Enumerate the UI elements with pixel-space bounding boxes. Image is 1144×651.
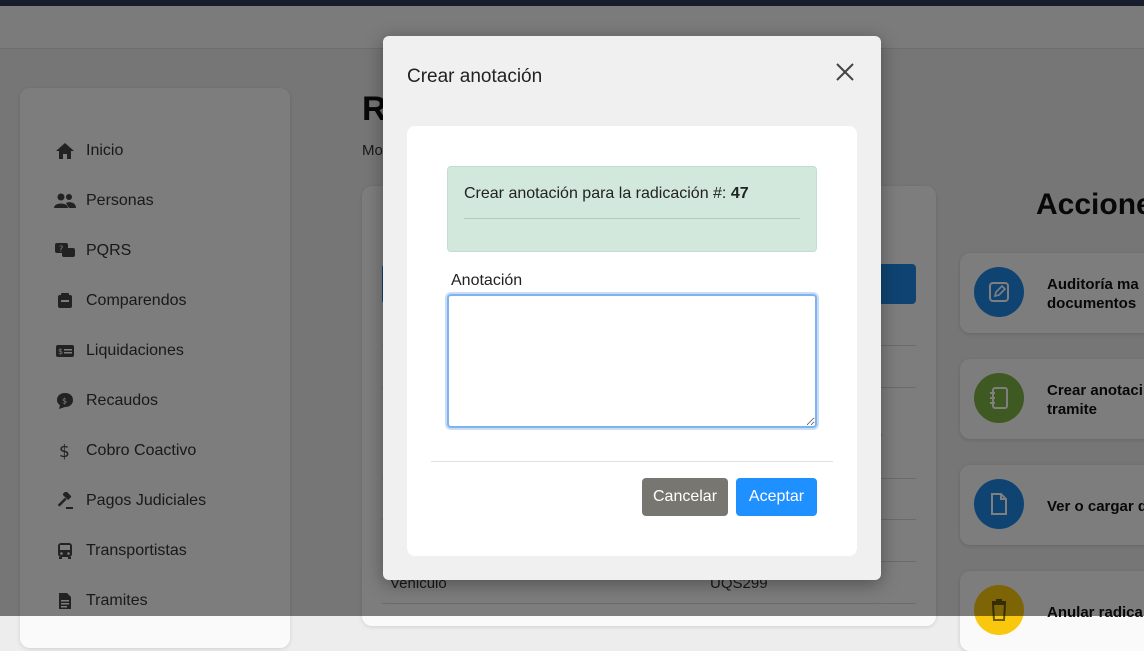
alert-prefix: Crear anotación para la radicación #:: [464, 185, 727, 202]
close-icon[interactable]: [833, 60, 857, 84]
modal-body: Crear anotación para la radicación #: 47…: [407, 126, 857, 556]
alert-divider: [464, 218, 800, 219]
accept-button[interactable]: Aceptar: [736, 478, 817, 516]
radicacion-number: 47: [730, 185, 749, 202]
anotacion-textarea[interactable]: [447, 294, 817, 428]
crear-anotacion-modal: Crear anotación Crear anotación para la …: [383, 36, 881, 580]
alert-text: Crear anotación para la radicación #: 47: [464, 185, 749, 203]
modal-title: Crear anotación: [407, 66, 543, 87]
info-alert: Crear anotación para la radicación #: 47: [447, 166, 817, 252]
cancel-button[interactable]: Cancelar: [642, 478, 728, 516]
anotacion-label: Anotación: [451, 272, 523, 289]
footer-divider: [431, 461, 833, 462]
